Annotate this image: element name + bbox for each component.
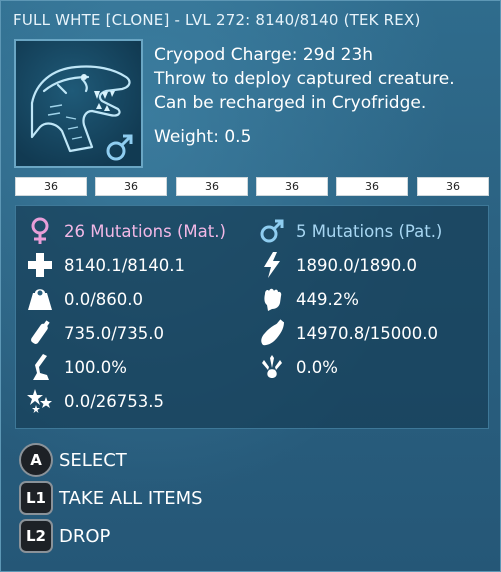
food-value: 14970.8/15000.0 bbox=[296, 323, 439, 343]
creature-portrait bbox=[14, 39, 143, 168]
item-info: Cryopod Charge: 29d 23h Throw to deploy … bbox=[154, 43, 494, 149]
select-label: SELECT bbox=[59, 449, 127, 471]
stat-mutations-paternal: 5 Mutations (Pat.) bbox=[254, 216, 442, 246]
female-icon bbox=[22, 216, 58, 246]
male-icon bbox=[254, 216, 290, 246]
oxygen-icon bbox=[22, 318, 58, 348]
health-icon bbox=[22, 250, 58, 280]
melee-icon bbox=[254, 284, 290, 314]
take-all-items-label: TAKE ALL ITEMS bbox=[59, 487, 203, 509]
quality-bar: 36 bbox=[176, 177, 248, 196]
health-value: 8140.1/8140.1 bbox=[64, 255, 186, 275]
torpor-icon bbox=[254, 352, 290, 382]
stat-weight: 0.0/860.0 bbox=[22, 284, 143, 314]
creature-title: FULL WHTE [CLONE] - LVL 272: 8140/8140 (… bbox=[13, 11, 421, 29]
stat-mutations-maternal: 26 Mutations (Mat.) bbox=[22, 216, 226, 246]
quality-bar: 36 bbox=[417, 177, 489, 196]
speed-value: 100.0% bbox=[64, 357, 127, 377]
drop-action[interactable]: L2 DROP bbox=[19, 519, 110, 553]
stats-panel: 26 Mutations (Mat.) 8140.1/8140.1 0.0/86… bbox=[15, 205, 489, 429]
stat-oxygen: 735.0/735.0 bbox=[22, 318, 164, 348]
stat-health: 8140.1/8140.1 bbox=[22, 250, 185, 280]
food-icon bbox=[254, 318, 290, 348]
take-all-items-action[interactable]: L1 TAKE ALL ITEMS bbox=[19, 481, 203, 515]
cryopod-charge: Cryopod Charge: 29d 23h bbox=[154, 45, 374, 65]
select-action[interactable]: A SELECT bbox=[19, 443, 127, 477]
speed-icon bbox=[22, 352, 58, 382]
button-l2-icon[interactable]: L2 bbox=[19, 519, 53, 553]
mutations-maternal-value: 26 Mutations (Mat.) bbox=[64, 221, 226, 241]
button-l1-icon[interactable]: L1 bbox=[19, 481, 53, 515]
stat-food: 14970.8/15000.0 bbox=[254, 318, 438, 348]
creature-tooltip-panel: FULL WHTE [CLONE] - LVL 272: 8140/8140 (… bbox=[0, 0, 501, 572]
stat-melee-damage: 449.2% bbox=[254, 284, 359, 314]
description-line-2: Can be recharged in Cryofridge. bbox=[154, 93, 427, 113]
weight-value: 0.0/860.0 bbox=[64, 289, 144, 309]
stat-torpor: 0.0% bbox=[254, 352, 338, 382]
stat-movement-speed: 100.0% bbox=[22, 352, 127, 382]
male-icon bbox=[106, 134, 133, 161]
quality-bar: 36 bbox=[15, 177, 87, 196]
stamina-value: 1890.0/1890.0 bbox=[296, 255, 418, 275]
quality-bar: 36 bbox=[336, 177, 408, 196]
quality-bar: 36 bbox=[95, 177, 167, 196]
drop-label: DROP bbox=[59, 525, 111, 547]
torpor-value: 0.0% bbox=[296, 357, 338, 377]
quality-bars: 36 36 36 36 36 36 bbox=[15, 177, 489, 196]
weight-icon bbox=[22, 284, 58, 314]
button-a-icon[interactable]: A bbox=[19, 443, 53, 477]
oxygen-value: 735.0/735.0 bbox=[64, 323, 165, 343]
quality-bar: 36 bbox=[256, 177, 328, 196]
experience-icon bbox=[22, 386, 58, 416]
mutations-paternal-value: 5 Mutations (Pat.) bbox=[296, 221, 443, 241]
stamina-icon bbox=[254, 250, 290, 280]
melee-value: 449.2% bbox=[296, 289, 359, 309]
item-weight: Weight: 0.5 bbox=[154, 127, 252, 147]
stat-stamina: 1890.0/1890.0 bbox=[254, 250, 417, 280]
stat-experience: 0.0/26753.5 bbox=[22, 386, 164, 416]
description-line-1: Throw to deploy captured creature. bbox=[154, 69, 455, 89]
experience-value: 0.0/26753.5 bbox=[64, 391, 165, 411]
